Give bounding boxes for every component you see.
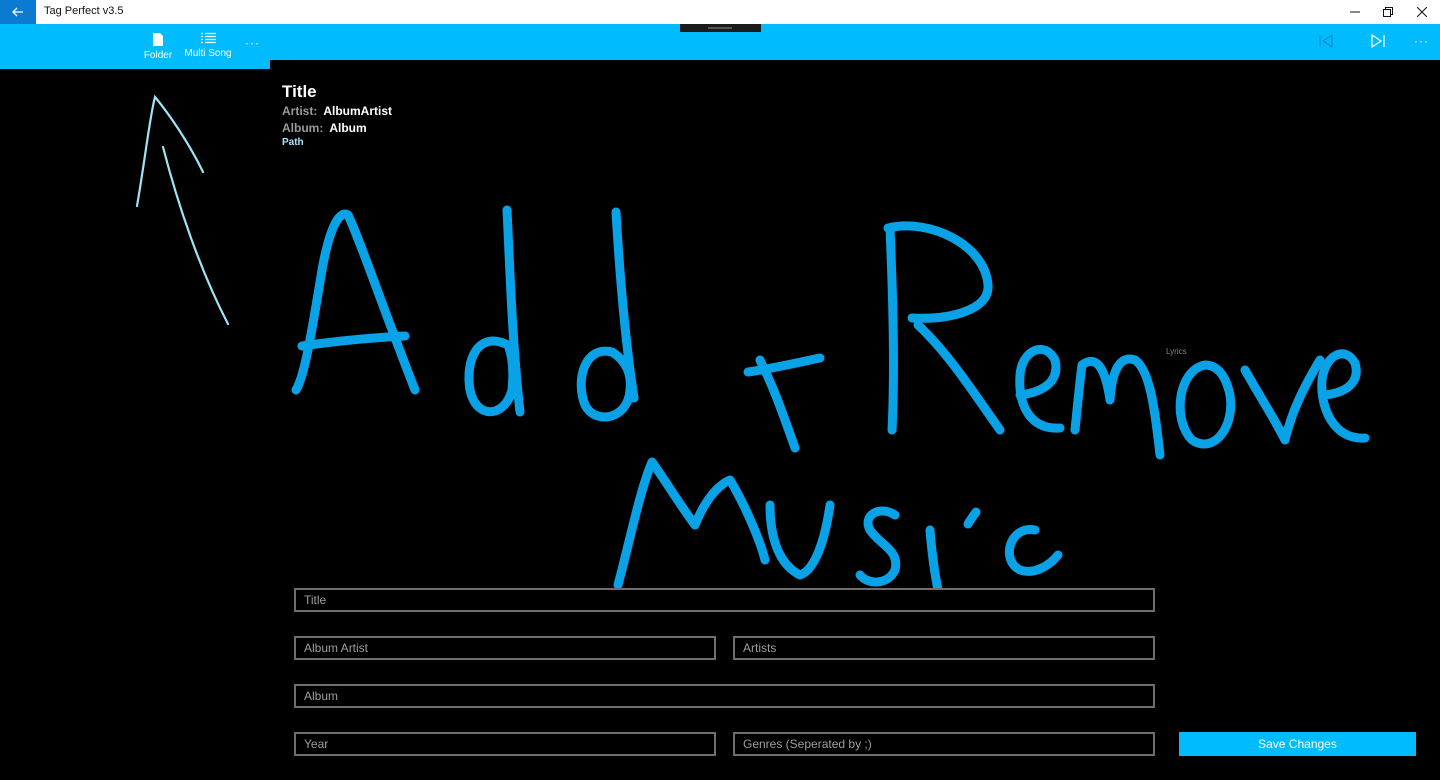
skip-forward-icon	[1371, 33, 1385, 49]
artist-row: Artist: AlbumArtist	[282, 104, 392, 118]
close-icon	[1417, 7, 1427, 17]
title-input[interactable]	[294, 588, 1155, 612]
song-title: Title	[282, 82, 317, 101]
minimize-icon	[1350, 11, 1360, 13]
document-icon	[153, 33, 163, 46]
song-path: Path	[282, 137, 304, 148]
album-key: Album:	[282, 121, 324, 135]
restore-icon	[1383, 7, 1393, 17]
multi-song-button[interactable]: Multi Song	[184, 32, 232, 68]
app-title: Tag Perfect v3.5	[44, 5, 124, 17]
lyrics-label: Lyrics	[1166, 347, 1187, 356]
ink-annotation	[135, 94, 1370, 595]
year-input[interactable]	[294, 732, 716, 756]
folder-label: Folder	[143, 50, 173, 61]
album-input[interactable]	[294, 684, 1155, 708]
next-track-button[interactable]	[1370, 33, 1386, 53]
multi-song-label: Multi Song	[184, 48, 232, 59]
close-button[interactable]	[1402, 0, 1440, 24]
handwriting-ink	[291, 205, 1370, 595]
title-bar: Tag Perfect v3.5	[0, 0, 1440, 24]
album-artist-input[interactable]	[294, 636, 716, 660]
album-row: Album: Album	[282, 121, 367, 135]
back-button[interactable]	[0, 0, 36, 24]
left-more-button[interactable]: ···	[245, 36, 260, 50]
back-arrow-icon	[12, 7, 23, 17]
artist-key: Artist:	[282, 104, 318, 118]
album-value: Album	[329, 121, 367, 135]
genres-input[interactable]	[733, 732, 1155, 756]
right-more-button[interactable]: ···	[1414, 34, 1429, 48]
tablet-mode-handle[interactable]	[680, 24, 761, 32]
artist-value: AlbumArtist	[323, 104, 393, 118]
skip-back-icon	[1319, 33, 1333, 49]
artists-input[interactable]	[733, 636, 1155, 660]
previous-track-button[interactable]	[1318, 33, 1334, 53]
arrow-ink	[135, 94, 230, 326]
save-changes-button[interactable]: Save Changes	[1179, 732, 1416, 756]
list-icon	[200, 32, 216, 44]
left-command-bar: Folder Multi Song ···	[0, 24, 270, 69]
folder-button[interactable]: Folder	[144, 32, 172, 68]
